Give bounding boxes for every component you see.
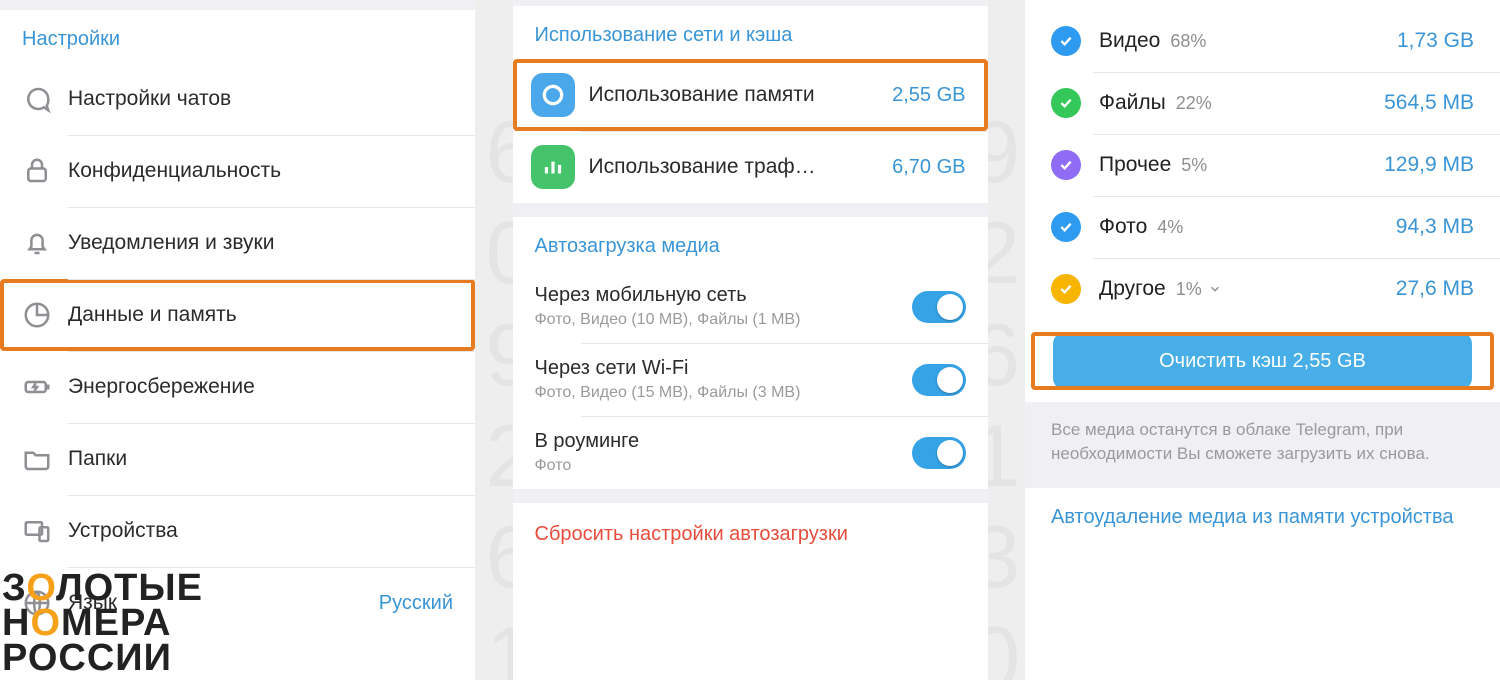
- check-icon: [1051, 150, 1081, 180]
- cache-hint-text: Все медиа останутся в облаке Telegram, п…: [1025, 402, 1500, 488]
- cache-cat-other1[interactable]: Прочее 5% 129,9 MB: [1025, 134, 1500, 196]
- lock-icon: [22, 156, 68, 186]
- settings-row-folders[interactable]: Папки: [0, 423, 475, 495]
- cache-cat-files[interactable]: Файлы 22% 564,5 MB: [1025, 72, 1500, 134]
- autodelete-link[interactable]: Автоудаление медиа из памяти устройства: [1025, 488, 1500, 547]
- check-icon: [1051, 212, 1081, 242]
- settings-row-power[interactable]: Энергосбережение: [0, 351, 475, 423]
- autoload-roaming-row[interactable]: В роуминге Фото: [513, 416, 988, 489]
- battery-icon: [22, 372, 68, 402]
- autoload-roaming-toggle[interactable]: [912, 437, 966, 469]
- data-storage-screen: Использование сети и кэша Использование …: [513, 0, 988, 680]
- settings-row-chats[interactable]: Настройки чатов: [0, 63, 475, 135]
- bell-icon: [22, 228, 68, 258]
- storage-usage-row[interactable]: Использование памяти 2,55 GB: [513, 59, 988, 131]
- chat-icon: [22, 84, 68, 114]
- storage-icon: [531, 73, 575, 117]
- cache-cat-photo[interactable]: Фото 4% 94,3 MB: [1025, 196, 1500, 258]
- check-icon: [1051, 26, 1081, 56]
- autoload-mobile-toggle[interactable]: [912, 291, 966, 323]
- section-autoload-title: Автозагрузка медиа: [513, 217, 988, 270]
- autoload-wifi-toggle[interactable]: [912, 364, 966, 396]
- clear-cache-button[interactable]: Очистить кэш 2,55 GB: [1053, 332, 1472, 390]
- settings-row-notifications[interactable]: Уведомления и звуки: [0, 207, 475, 279]
- folder-icon: [22, 444, 68, 474]
- cache-detail-screen: Видео 68% 1,73 GB Файлы 22% 564,5 MB Про…: [1025, 0, 1500, 680]
- settings-row-privacy[interactable]: Конфиденциальность: [0, 135, 475, 207]
- section-usage-title: Использование сети и кэша: [513, 6, 988, 59]
- traffic-icon: [531, 145, 575, 189]
- cache-cat-other2[interactable]: Другое 1% 27,6 MB: [1025, 258, 1500, 320]
- reset-autoload-button[interactable]: Сбросить настройки автозагрузки: [513, 503, 988, 566]
- chevron-down-icon: [1208, 282, 1222, 296]
- watermark-logo: ЗОЛОТЫЕ НОМЕРА РОССИИ: [2, 571, 203, 676]
- check-icon: [1051, 88, 1081, 118]
- devices-icon: [22, 516, 68, 546]
- traffic-usage-value: 6,70 GB: [892, 156, 965, 179]
- pie-icon: [22, 300, 68, 330]
- traffic-usage-row[interactable]: Использование траф… 6,70 GB: [513, 131, 988, 203]
- storage-usage-value: 2,55 GB: [892, 84, 965, 107]
- settings-row-data-storage[interactable]: Данные и память: [0, 279, 475, 351]
- autoload-wifi-row[interactable]: Через сети Wi-Fi Фото, Видео (15 MB), Фа…: [513, 343, 988, 416]
- cache-cat-video[interactable]: Видео 68% 1,73 GB: [1025, 10, 1500, 72]
- check-icon: [1051, 274, 1081, 304]
- autoload-mobile-row[interactable]: Через мобильную сеть Фото, Видео (10 MB)…: [513, 270, 988, 343]
- settings-header: Настройки: [0, 10, 475, 63]
- settings-row-devices[interactable]: Устройства: [0, 495, 475, 567]
- language-value: Русский: [379, 592, 453, 615]
